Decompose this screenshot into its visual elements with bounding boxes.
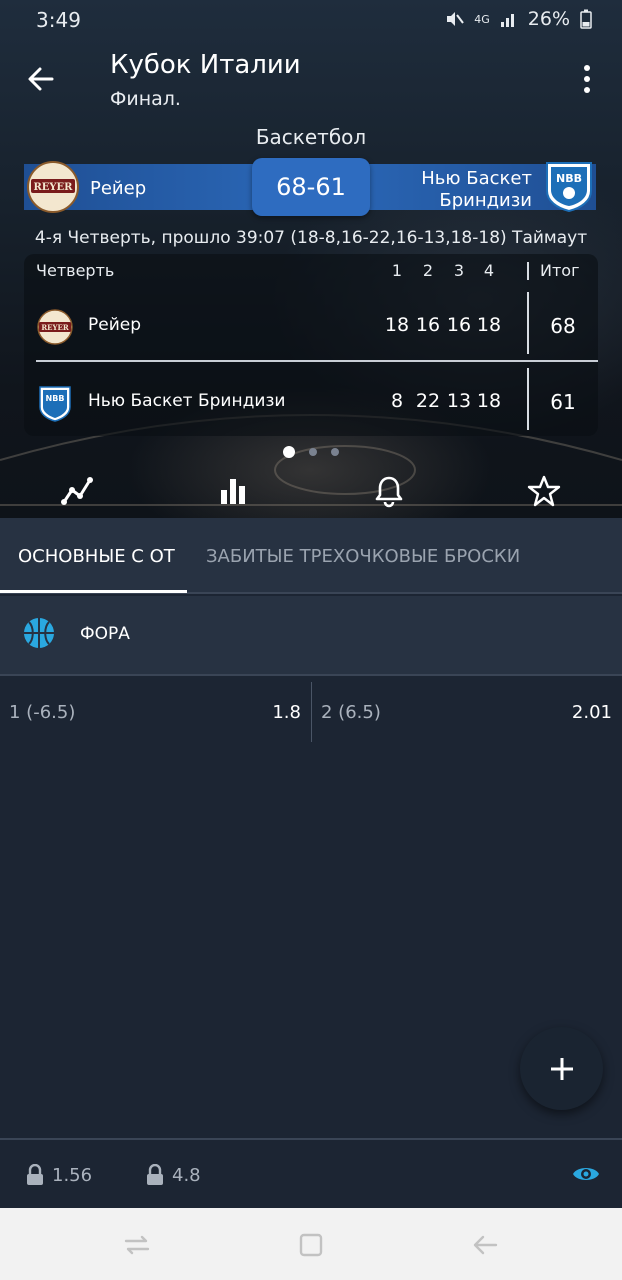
odd-label: 1 (-6.5)	[9, 702, 76, 723]
active-tab-indicator	[0, 590, 187, 593]
sport-label: Баскетбол	[255, 125, 367, 149]
row-score-q2: 16	[415, 314, 441, 336]
away-team-name-line2: Бриндизи	[439, 190, 532, 211]
lock-value: 1.56	[52, 1164, 93, 1186]
market-header[interactable]: ФОРА	[0, 596, 622, 676]
home-team-name: Рейер	[90, 178, 147, 199]
brindisi-logo-icon: NBB	[546, 162, 592, 212]
basketball-icon	[24, 618, 54, 648]
more-options-icon[interactable]	[574, 62, 600, 96]
lock-item: 4.8	[146, 1164, 201, 1186]
page-dot[interactable]	[331, 448, 339, 456]
quarter-col-1: 1	[391, 261, 403, 280]
market-title: ФОРА	[80, 624, 130, 644]
odd-value: 2.01	[571, 702, 612, 723]
column-divider	[527, 262, 529, 280]
svg-text:NBB: NBB	[46, 394, 65, 403]
odds-row: 1 (-6.5) 1.8 2 (6.5) 2.01	[0, 678, 622, 744]
lock-icon	[27, 1164, 43, 1185]
away-team-name-line1: Нью Баскет	[421, 168, 532, 189]
quarter-header-label: Четверть	[36, 261, 115, 280]
page-dot-active[interactable]	[283, 446, 295, 458]
odd-option-2[interactable]: 2 (6.5) 2.01	[312, 678, 622, 744]
status-time: 3:49	[36, 8, 81, 32]
svg-text:REYER: REYER	[41, 323, 68, 332]
row-score-q3: 13	[446, 390, 472, 412]
row-divider	[36, 360, 598, 362]
mute-icon	[447, 12, 465, 26]
score-table-header: Четверть 1 2 3 4 Итог	[24, 254, 598, 286]
table-row: NBB Нью Баскет Бриндизи 8 22 13 18 61	[24, 364, 598, 436]
status-icons: 4G 26%	[444, 8, 592, 30]
row-score-q1: 18	[384, 314, 410, 336]
row-team-name: Рейер	[88, 315, 142, 335]
system-nav-bar	[0, 1208, 622, 1280]
lock-value: 4.8	[172, 1164, 201, 1186]
tab-main[interactable]: ОСНОВНЫЕ С ОТ	[18, 546, 175, 567]
tab-three-pointers[interactable]: ЗАБИТЫЕ ТРЕХОЧКОВЫЕ БРОСКИ	[206, 546, 520, 567]
star-icon[interactable]	[527, 474, 561, 508]
bottom-info-bar: 1.56 4.8	[0, 1138, 622, 1208]
recent-apps-icon[interactable]	[122, 1230, 152, 1260]
page-subtitle: Финал.	[110, 88, 181, 110]
bell-icon[interactable]	[372, 474, 406, 508]
row-score-q4: 18	[476, 390, 502, 412]
status-bar: 3:49 4G 26%	[0, 0, 622, 38]
row-score-q4: 18	[476, 314, 502, 336]
quarter-col-3: 3	[453, 261, 465, 280]
odd-value: 1.8	[272, 702, 301, 723]
match-score: 68-61	[252, 158, 370, 216]
page-title: Кубок Италии	[110, 50, 301, 80]
network-type: 4G	[474, 12, 490, 26]
back-arrow-icon[interactable]	[22, 60, 60, 98]
svg-text:NBB: NBB	[556, 172, 582, 185]
away-team-name: Нью Баскет Бриндизи	[421, 168, 532, 212]
line-chart-icon[interactable]	[60, 474, 94, 508]
match-status: 4-я Четверть, прошло 39:07 (18-8,16-22,1…	[34, 228, 588, 248]
add-button[interactable]	[520, 1027, 603, 1110]
market-tabs: ОСНОВНЫЕ С ОТ ЗАБИТЫЕ ТРЕХОЧКОВЫЕ БРОСКИ	[0, 518, 622, 594]
row-score-q2: 22	[415, 390, 441, 412]
row-team-name: Нью Баскет Бриндизи	[88, 391, 286, 411]
column-divider	[527, 292, 529, 354]
brindisi-logo-icon: NBB	[39, 386, 71, 422]
odd-option-1[interactable]: 1 (-6.5) 1.8	[0, 678, 311, 744]
eye-icon[interactable]	[572, 1162, 600, 1186]
quarter-score-table[interactable]: Четверть 1 2 3 4 Итог REYER Рейер 18 16 …	[24, 254, 598, 436]
lock-item: 1.56	[26, 1164, 92, 1186]
battery-icon	[580, 9, 592, 29]
odd-label: 2 (6.5)	[321, 702, 381, 723]
plus-icon	[550, 1057, 573, 1080]
row-total: 61	[550, 390, 576, 414]
page-indicator[interactable]	[0, 446, 622, 458]
bar-chart-icon[interactable]	[216, 474, 250, 508]
reyer-logo-icon: REYER	[27, 161, 79, 213]
row-score-q1: 8	[390, 390, 404, 412]
page-dot[interactable]	[309, 448, 317, 456]
quarter-col-2: 2	[422, 261, 434, 280]
battery-percent: 26%	[527, 8, 570, 30]
total-header-label: Итог	[540, 261, 580, 280]
row-score-q3: 16	[446, 314, 472, 336]
back-icon[interactable]	[470, 1230, 500, 1260]
lock-icon	[147, 1164, 163, 1185]
reyer-logo-icon: REYER	[37, 309, 73, 345]
table-row: REYER Рейер 18 16 16 18 68	[24, 288, 598, 360]
quarter-col-4: 4	[483, 261, 495, 280]
home-icon[interactable]	[296, 1230, 326, 1260]
signal-icon	[500, 14, 514, 27]
svg-text:REYER: REYER	[33, 182, 73, 193]
column-divider	[527, 368, 529, 430]
row-total: 68	[550, 314, 576, 338]
